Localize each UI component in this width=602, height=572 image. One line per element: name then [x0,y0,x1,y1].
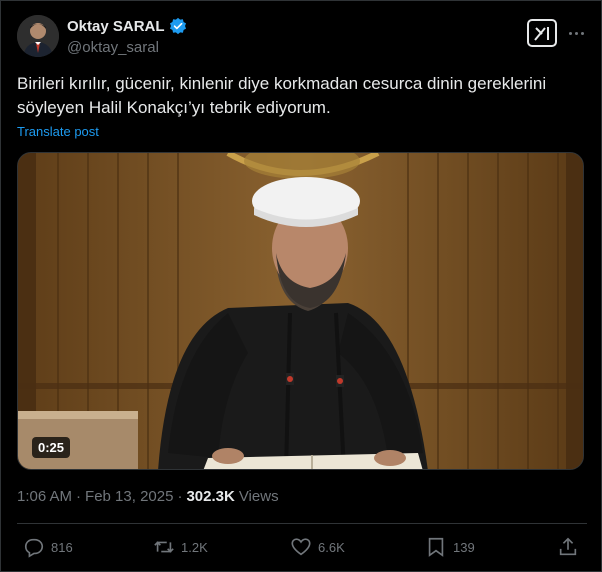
video-duration-badge: 0:25 [32,437,71,458]
share-button[interactable] [557,536,579,558]
meta-separator-2: · [177,488,183,505]
divider [17,523,587,524]
views-count: 302.3K [186,488,235,505]
tweet-date[interactable]: Feb 13, 2025 [85,488,173,505]
avatar[interactable] [17,15,59,57]
repost-icon [154,541,174,553]
author-name-row: Oktay SARAL [67,17,187,35]
repost-count: 1.2K [181,539,208,555]
reply-button[interactable]: 816 [23,536,73,558]
translate-post-link[interactable]: Translate post [17,124,99,139]
heart-icon [291,538,311,556]
bookmark-icon [428,537,444,557]
repost-button[interactable]: 1.2K [153,536,208,558]
tweet-card: Oktay SARAL @oktay_saral Birileri kırılı… [0,0,602,572]
like-button[interactable]: 6.6K [290,536,345,558]
reply-count: 816 [51,539,73,555]
bookmark-button[interactable]: 139 [425,536,475,558]
more-dots-icon[interactable] [564,19,588,47]
share-icon [559,537,577,556]
author-name[interactable]: Oktay SARAL [67,18,165,35]
like-count: 6.6K [318,539,345,555]
meta-separator: · [76,488,82,505]
reply-icon [24,538,44,558]
grok-icon[interactable] [527,19,557,47]
views-label: Views [238,488,279,505]
tweet-time[interactable]: 1:06 AM [17,488,72,505]
tweet-text: Birileri kırılır, gücenir, kinlenir diye… [17,74,547,117]
video-player[interactable]: 0:25 [17,152,584,470]
bookmark-count: 139 [453,539,475,555]
author-handle[interactable]: @oktay_saral [67,39,159,56]
verified-badge-icon [169,17,186,35]
tweet-meta: 1:06 AM · Feb 13, 2025 · 302.3K Views [17,488,279,505]
video-thumbnail [18,153,583,469]
